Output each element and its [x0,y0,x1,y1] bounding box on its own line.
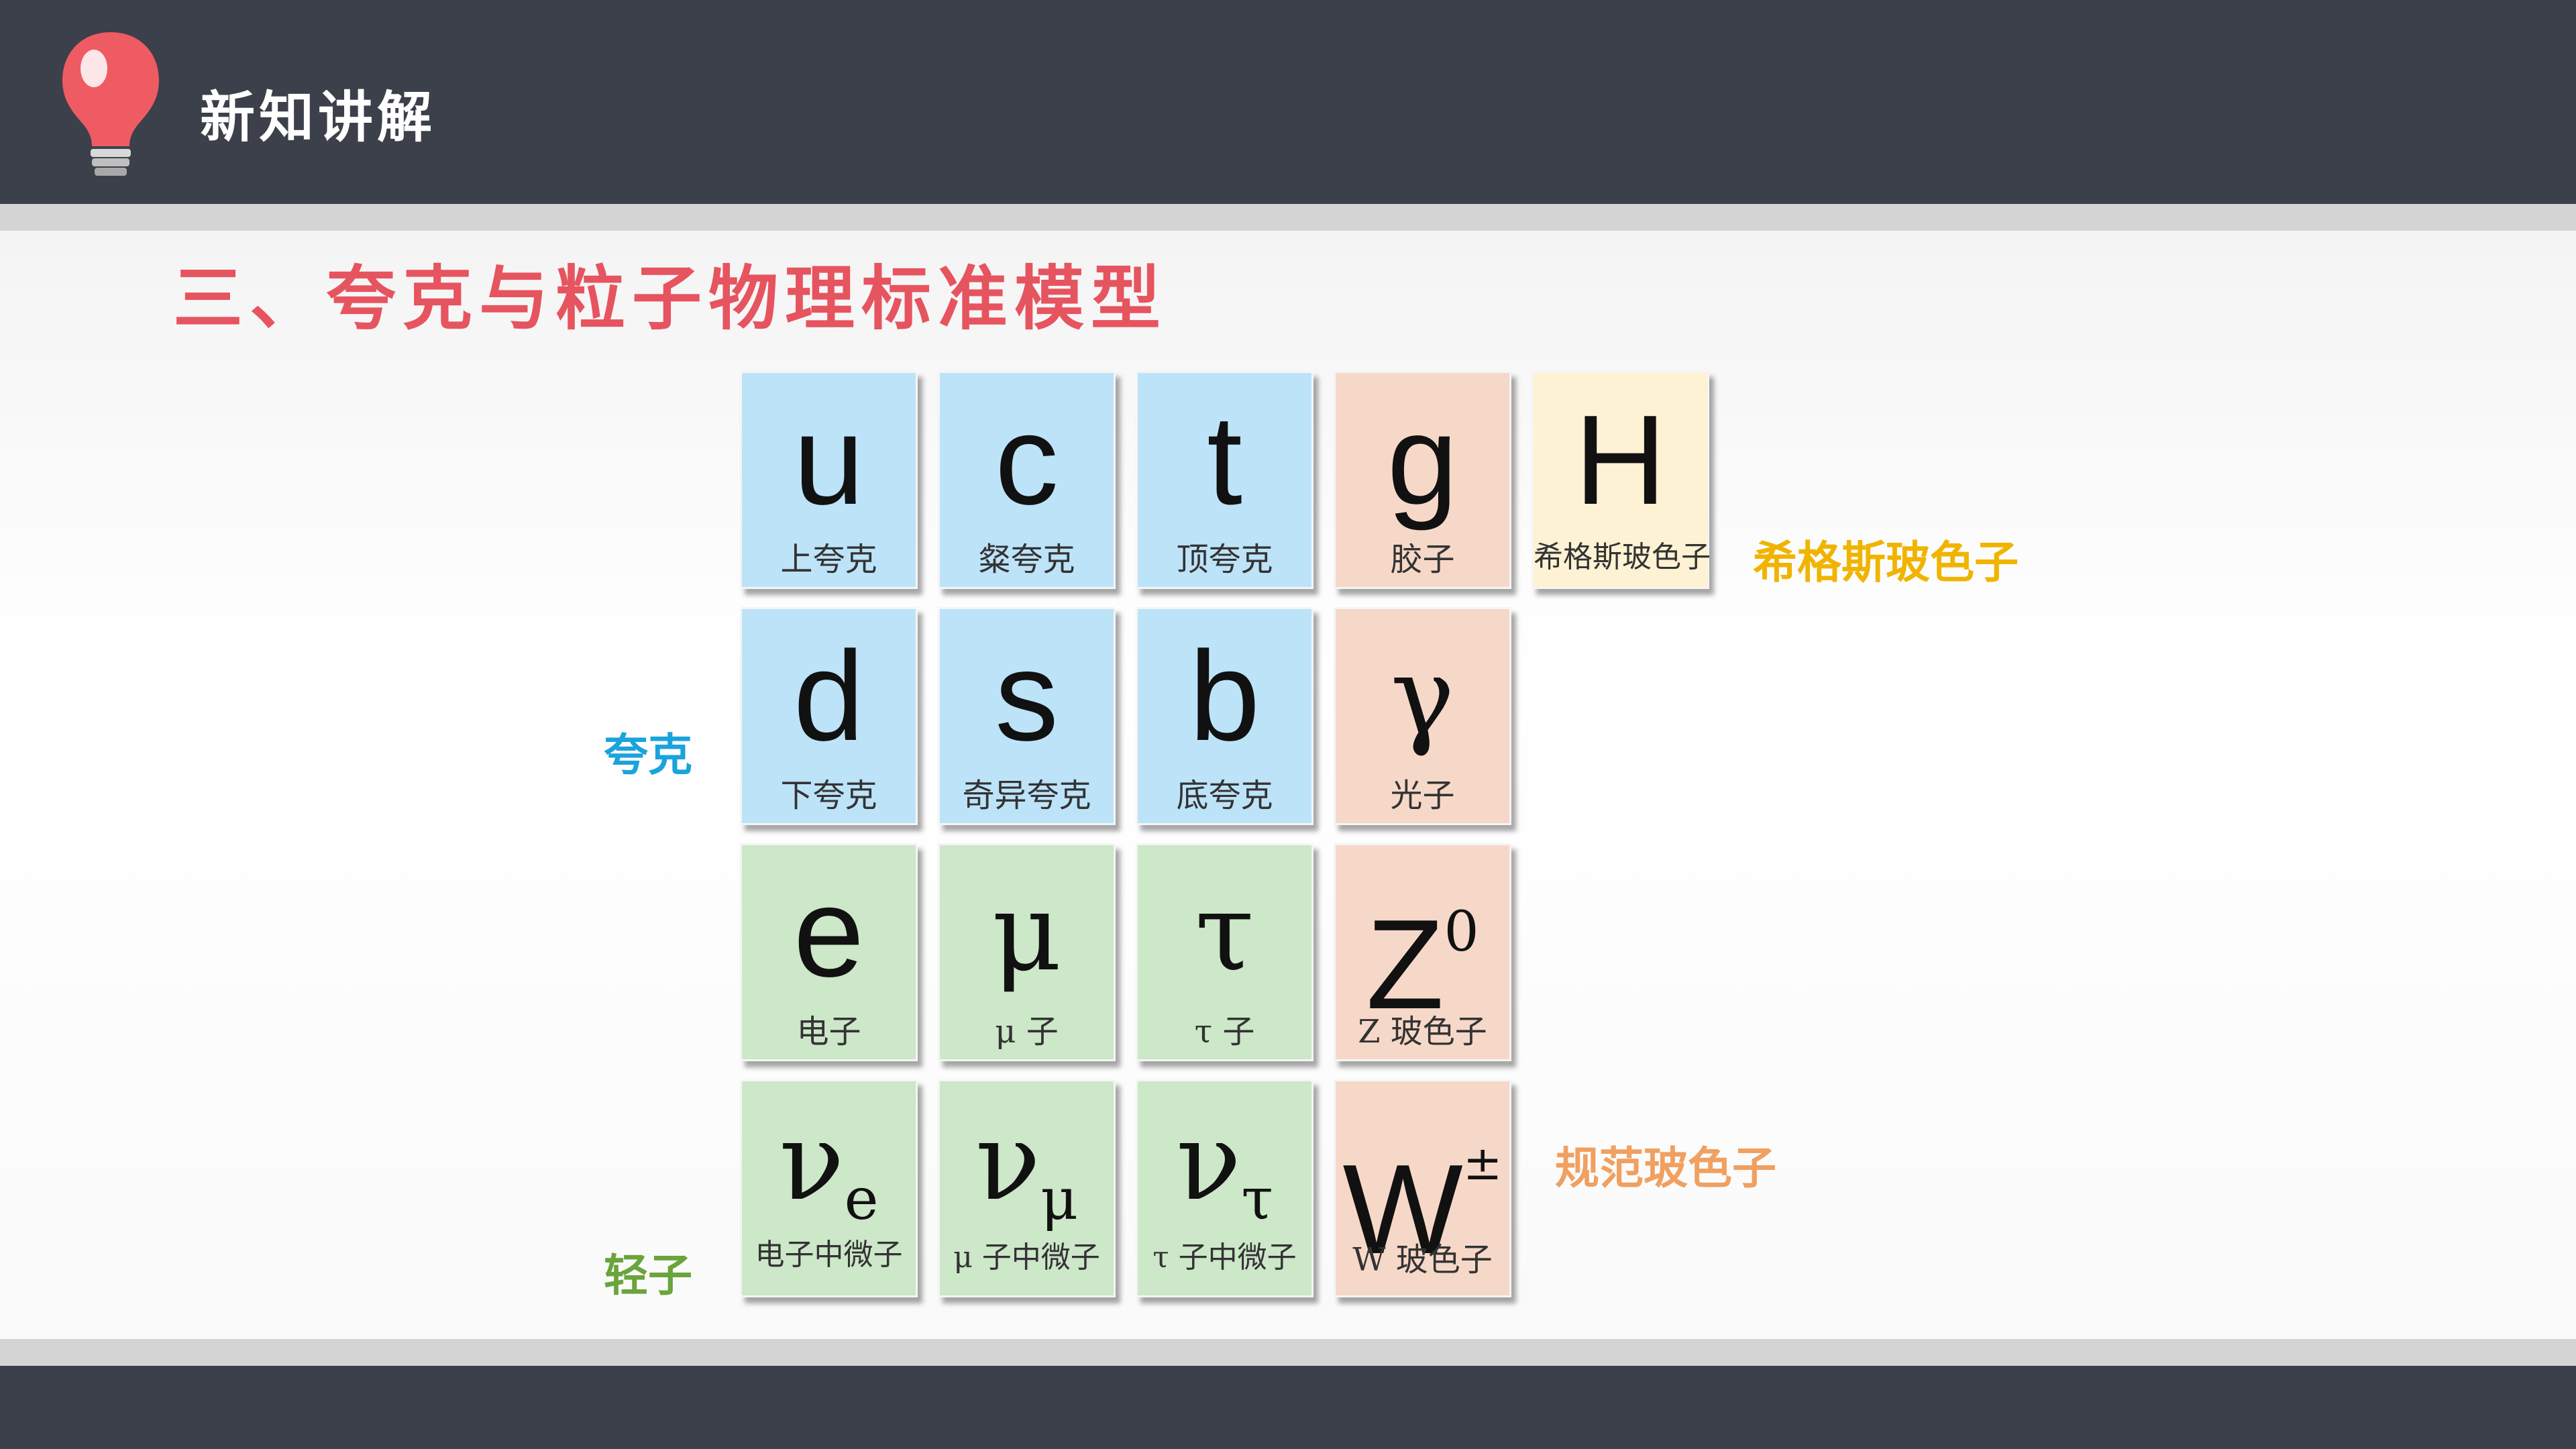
particle-symbol: H [1574,389,1667,531]
particle-name: 光子 [1390,777,1455,814]
tile-tau: τ τ 子 [1136,843,1313,1061]
particle-name: 上夸克 [780,541,877,578]
symbol-superscript: 0 [1444,900,1479,964]
particle-name: τ 子中微子 [1152,1240,1297,1275]
label-leptons: 轻子 [604,1250,692,1301]
tile-electron: e 电子 [740,843,918,1061]
particle-name: 粲夸克 [978,541,1075,578]
particle-symbol: u [793,389,865,531]
tile-charm-quark: c 粲夸克 [938,371,1116,589]
particle-name: 电子中微子 [755,1238,903,1272]
tile-up-quark: u 上夸克 [740,371,918,589]
particle-name: W 玻色子 [1352,1241,1493,1279]
tile-w-boson: W± W 玻色子 [1334,1079,1511,1297]
label-gauge-bosons: 规范玻色子 [1555,1142,1776,1194]
symbol-subscript: μ [1040,1166,1079,1233]
header-divider [0,204,2576,231]
symbol-main: ν [975,1099,1041,1224]
particle-symbol: g [1387,389,1458,531]
footer-divider [0,1339,2576,1366]
symbol-subscript: τ [1241,1166,1273,1233]
particle-name: 下夸克 [780,777,877,814]
particle-symbol: μ [991,869,1062,995]
particle-symbol: t [1207,389,1242,531]
particle-name: 顶夸克 [1176,541,1273,578]
particle-symbol: e [793,861,865,1004]
particle-name: 电子 [796,1013,861,1051]
particle-symbol: d [793,625,865,767]
tile-bottom-quark: b 底夸克 [1136,607,1313,825]
particle-name: 希格斯玻色子 [1534,540,1711,574]
tile-down-quark: d 下夸克 [740,607,918,825]
particle-name: 奇异夸克 [962,777,1091,814]
section-title: 三、夸克与粒子物理标准模型 [173,257,1168,339]
tile-strange-quark: s 奇异夸克 [938,607,1116,825]
symbol-subscript: e [844,1166,879,1233]
particle-symbol: τ [1195,869,1254,995]
particle-name: τ 子 [1194,1013,1255,1051]
tile-muon: μ μ 子 [938,843,1116,1061]
particle-name: μ 子 [995,1013,1059,1051]
particle-name: Z 玻色子 [1358,1013,1487,1051]
particle-name: 胶子 [1390,541,1455,578]
tile-tau-neutrino: ντ τ 子中微子 [1136,1079,1313,1297]
tile-z-boson: Z0 Z 玻色子 [1334,843,1511,1061]
tile-top-quark: t 顶夸克 [1136,371,1313,589]
particle-symbol: s [995,625,1059,767]
footer-bar [0,1366,2576,1449]
header-title: 新知讲解 [200,85,437,150]
label-quarks: 夸克 [604,729,692,781]
symbol-main: ν [1176,1099,1242,1224]
tile-electron-neutrino: νe 电子中微子 [740,1079,918,1297]
symbol-superscript: ± [1462,1136,1503,1191]
particle-symbol: c [995,389,1059,531]
tile-higgs-boson: H 希格斯玻色子 [1532,371,1711,589]
tile-muon-neutrino: νμ μ 子中微子 [938,1079,1116,1297]
lightbulb-icon [62,32,159,176]
particle-name: μ 子中微子 [953,1240,1100,1275]
tile-photon: γ 光子 [1334,607,1511,825]
particle-symbol: γ [1390,633,1455,759]
label-higgs-boson: 希格斯玻色子 [1753,537,2019,588]
symbol-main: ν [779,1099,845,1224]
particle-symbol: b [1189,625,1260,767]
tile-gluon: g 胶子 [1334,371,1511,589]
particle-name: 底夸克 [1176,777,1273,814]
